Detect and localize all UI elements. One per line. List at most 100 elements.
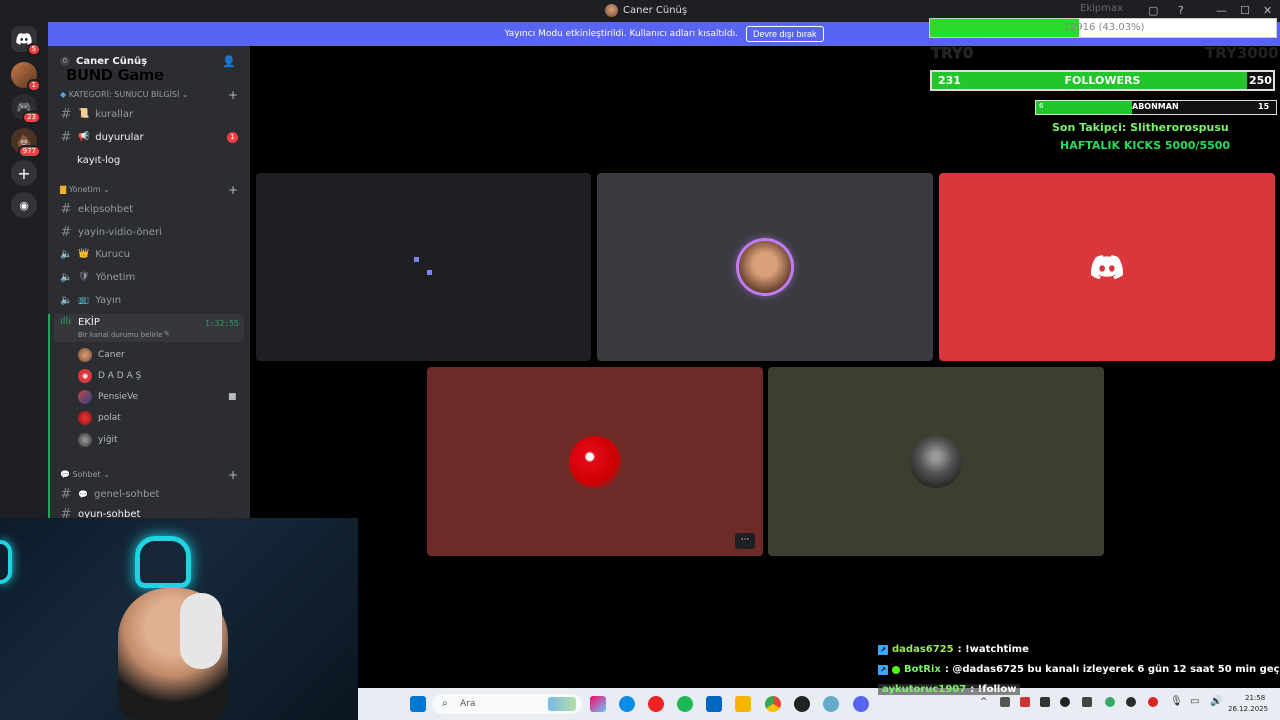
channel-yayin-vidio-oneri[interactable]: # yayin-vidio-öneri <box>60 222 244 242</box>
server-badge: 977 <box>17 145 41 158</box>
taskbar-search[interactable]: ⌕ Ara <box>432 694 582 714</box>
add-channel-icon[interactable]: + <box>228 183 238 197</box>
tray-chevron-icon[interactable]: ^ <box>980 697 988 707</box>
voice-timer: 1:32:55 <box>205 319 239 328</box>
channel-label: kurallar <box>95 108 134 120</box>
voice-user-dadas[interactable]: ◉ D A D A Ş <box>78 366 141 386</box>
headphones <box>180 593 222 669</box>
poop-icon[interactable]: 💩 977 <box>11 128 41 158</box>
voice-user-polat[interactable]: polat <box>78 408 121 428</box>
channel-kayit-log[interactable]: kayıt-log <box>60 150 244 170</box>
disable-streamer-mode-button[interactable]: Devre dışı bırak <box>746 26 824 42</box>
subscriber-current: 6 <box>1039 102 1044 110</box>
gamepad-icon[interactable]: 🎮 23 <box>11 94 41 124</box>
voice-user-yigit[interactable]: yiğit <box>78 430 118 450</box>
voice-user-name: D A D A Ş <box>98 371 142 381</box>
camera-icon: ■ <box>228 392 237 402</box>
obs-icon[interactable] <box>794 696 810 712</box>
channel-kurallar[interactable]: # 📜 kurallar <box>60 104 244 124</box>
tray-app-icon[interactable] <box>1040 697 1050 707</box>
help-icon[interactable]: ? <box>1178 4 1184 17</box>
add-channel-icon[interactable]: + <box>228 88 238 102</box>
category-yonetim[interactable]: ▇ Yönetim ⌄ <box>60 185 110 194</box>
video-tile-caner[interactable] <box>597 173 933 361</box>
copilot-icon[interactable] <box>590 696 606 712</box>
donation-goal-bar: 12916 (43.03%) <box>929 18 1277 38</box>
last-follower-text: Son Takipçi: Slitherorospusu <box>1052 121 1229 134</box>
channel-label: kayıt-log <box>77 154 121 166</box>
maximize-button[interactable]: ☐ <box>1240 4 1250 17</box>
chat-text: : @dadas6725 bu kanalı izleyerek 6 gün 1… <box>944 664 1280 675</box>
close-button[interactable]: ✕ <box>1263 4 1272 17</box>
tray-app-icon[interactable] <box>1148 697 1158 707</box>
compass-icon[interactable]: ◉ <box>11 192 37 218</box>
clock-date[interactable]: 26.12.2025 <box>1228 705 1268 713</box>
inbox-icon[interactable]: ▢ <box>1148 4 1158 17</box>
chat-username: aykutoruc1907 <box>882 684 967 695</box>
add-server-icon[interactable]: + <box>11 160 37 186</box>
add-channel-icon[interactable]: + <box>228 468 238 482</box>
start-menu-icon[interactable] <box>410 696 426 712</box>
voice-channel-kurucu[interactable]: 🔈 👑 Kurucu <box>60 244 244 264</box>
channel-label: Kurucu <box>95 248 130 260</box>
voice-channel-yonetim[interactable]: 🔈 🛡 Yönetim <box>60 267 244 287</box>
video-tile-yigit[interactable] <box>768 367 1104 556</box>
server-avatar-icon[interactable]: 1 <box>11 62 41 92</box>
voice-user-pensieve[interactable]: PensieVe ■ <box>78 387 248 407</box>
tray-app-icon[interactable] <box>1000 697 1010 707</box>
pencil-icon[interactable]: ✎ <box>164 330 170 338</box>
server-badge: 1 <box>26 79 41 92</box>
category-server-info[interactable]: ◆ KATEGORİ: SUNUCU BİLGİSİ ⌄ <box>60 90 189 99</box>
speech-bubble-icon: 💬 <box>60 470 70 479</box>
video-tile-loading[interactable] <box>256 173 591 361</box>
chrome-icon[interactable] <box>765 696 781 712</box>
category-sohbet[interactable]: 💬 Sohbet ⌄ <box>60 470 110 479</box>
file-explorer-icon[interactable] <box>735 696 751 712</box>
video-tile-dadas[interactable] <box>939 173 1275 361</box>
voice-user-name: Caner <box>98 350 125 360</box>
tray-app-icon[interactable] <box>1105 697 1115 707</box>
channel-ekipsohbet[interactable]: # ekipsohbet <box>60 199 244 219</box>
tray-app-icon[interactable] <box>1126 697 1136 707</box>
window-title-text: Caner Cünüş <box>623 5 688 16</box>
network-icon[interactable]: ▭ <box>1190 696 1199 707</box>
discord-icon[interactable]: 5 <box>11 26 41 56</box>
microphone-icon[interactable]: 🎙 <box>1170 696 1183 707</box>
followers-goal-bar: FOLLOWERS 231 250 <box>930 70 1275 91</box>
chat-message: ↗ dadas6725 : !watchtime <box>878 644 1029 655</box>
channel-duyurular[interactable]: # 📢 duyurular 1 <box>60 127 244 147</box>
video-tile-polat[interactable]: ··· <box>427 367 763 556</box>
channel-label: ekipsohbet <box>78 203 134 215</box>
voice-user-caner[interactable]: Caner <box>78 345 125 365</box>
clock-time[interactable]: 21:58 <box>1245 694 1265 702</box>
discord-taskbar-icon[interactable] <box>853 696 869 712</box>
media-player-icon[interactable] <box>648 696 664 712</box>
voice-user-name: PensieVe <box>98 392 139 402</box>
tray-app-icon[interactable] <box>1020 697 1030 707</box>
channel-status[interactable]: Bir kanal durumu belirle <box>78 331 162 339</box>
invite-user-icon[interactable]: 👤 <box>222 55 236 68</box>
tray-app-icon[interactable] <box>1082 697 1092 707</box>
network-app-icon[interactable] <box>823 696 839 712</box>
minimize-button[interactable]: — <box>1216 4 1227 17</box>
donation-goal-text: 12916 (43.03%) <box>1063 22 1145 33</box>
edge-icon[interactable] <box>619 696 635 712</box>
discord-avatar-icon: ◉ <box>78 369 92 383</box>
tray-app-icon[interactable] <box>1060 697 1070 707</box>
avatar <box>78 390 92 404</box>
chat-message: aykutoruc1907 : !follow <box>878 684 1021 695</box>
brand-logo: BUND Game <box>66 66 164 84</box>
voice-channel-yayin[interactable]: 🔈 📺 Yayın <box>60 290 244 310</box>
goal-max-label: TRY3000 <box>1205 44 1279 62</box>
channel-label: duyurular <box>95 131 144 143</box>
spotify-icon[interactable] <box>677 696 693 712</box>
search-icon: ⌕ <box>442 698 448 709</box>
channel-genel-sohbet[interactable]: # 💬 genel-sohbet <box>60 484 244 504</box>
store-icon[interactable] <box>706 696 722 712</box>
title-avatar <box>605 4 618 17</box>
volume-icon[interactable]: 🔊 <box>1210 696 1222 707</box>
more-options-icon[interactable]: ··· <box>735 533 755 549</box>
category-label: Sohbet <box>72 470 101 479</box>
unread-badge: 1 <box>227 131 238 143</box>
voice-channel-ekip[interactable]: ıllı EKİP 1:32:55 Bir kanal durumu belir… <box>54 314 244 342</box>
